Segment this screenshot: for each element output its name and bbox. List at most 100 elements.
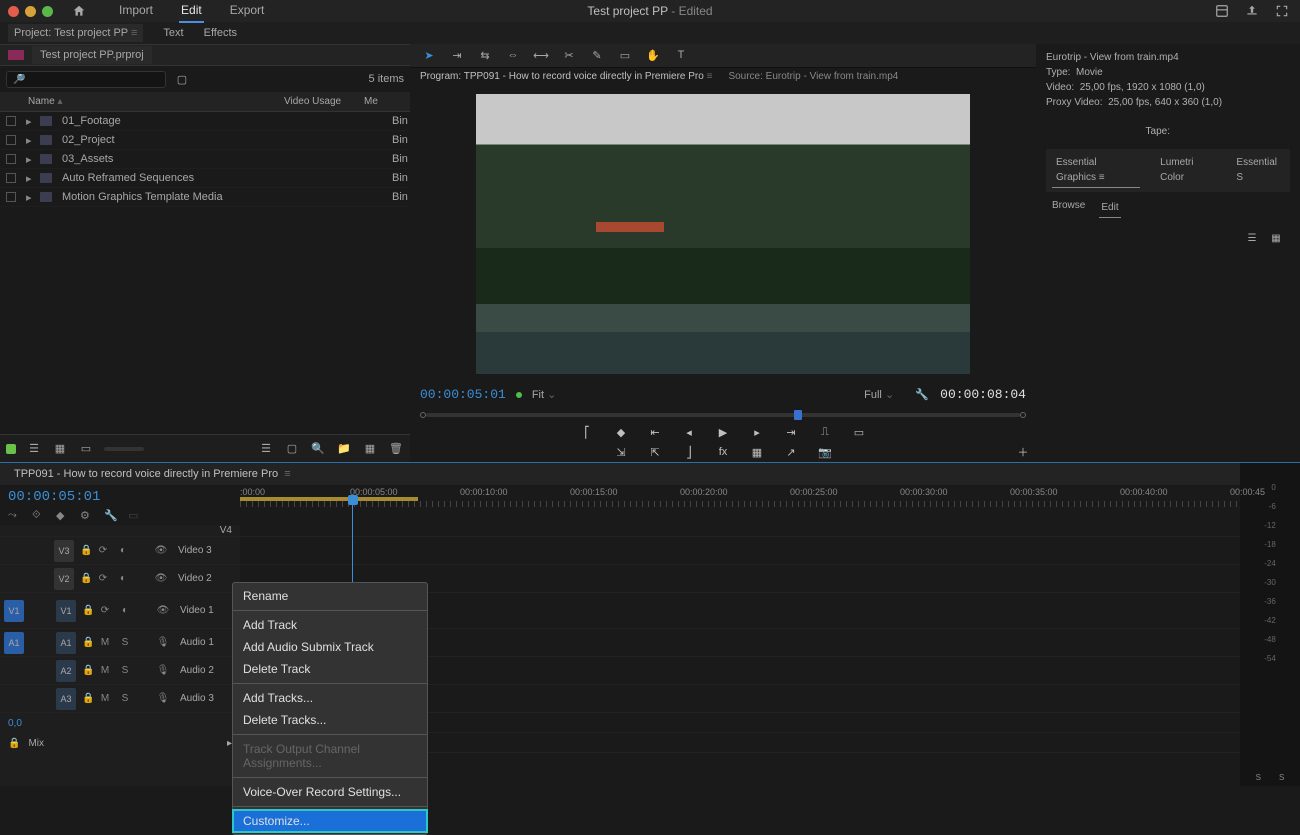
col-me[interactable]: Me <box>364 96 382 107</box>
bin-row[interactable]: ▸Motion Graphics Template MediaBin <box>0 188 410 207</box>
sort-icon[interactable]: ☰ <box>258 441 274 457</box>
audio-track-header[interactable]: A3🔒MS🎙Audio 3 <box>0 685 240 713</box>
program-scrubber[interactable] <box>410 407 1036 422</box>
close-window-button[interactable] <box>8 6 19 17</box>
solo-left[interactable]: S <box>1256 773 1261 782</box>
menu-customize[interactable]: Customize... <box>233 810 427 832</box>
edit-subtab[interactable]: Edit <box>1099 198 1120 218</box>
workspace-icon[interactable] <box>1214 3 1230 19</box>
lift-icon[interactable]: ⎍ <box>816 425 834 439</box>
video-track-header[interactable]: V1V1🔒⟳◐👁Video 1 <box>0 593 240 629</box>
audio-track-header[interactable]: A1A1🔒MS🎙Audio 1 <box>0 629 240 657</box>
menu-voiceover-settings[interactable]: Voice-Over Record Settings... <box>233 781 427 803</box>
add-marker-tl-icon[interactable]: ◆ <box>56 509 70 523</box>
edit-tab[interactable]: Edit <box>179 0 204 23</box>
menu-delete-tracks[interactable]: Delete Tracks... <box>233 709 427 731</box>
menu-add-tracks[interactable]: Add Tracks... <box>233 687 427 709</box>
zoom-window-button[interactable] <box>42 6 53 17</box>
menu-add-track[interactable]: Add Track <box>233 614 427 636</box>
menu-delete-track[interactable]: Delete Track <box>233 658 427 680</box>
effects-icon[interactable]: fx <box>714 445 732 459</box>
go-out-icon[interactable]: ⇥ <box>782 425 800 439</box>
fullscreen-icon[interactable] <box>1274 3 1290 19</box>
fit-dropdown[interactable]: Fit ⌄ <box>532 388 557 401</box>
essential-sound-tab[interactable]: Essential S <box>1232 153 1284 188</box>
group-icon[interactable]: ▦ <box>1268 230 1284 246</box>
home-icon[interactable] <box>71 3 87 19</box>
sequence-tab[interactable]: TPP091 - How to record voice directly in… <box>0 463 1240 485</box>
wrench-icon[interactable]: 🔧 <box>914 387 930 403</box>
timeline-settings-icon[interactable]: ⚙ <box>80 509 94 523</box>
snap-icon[interactable]: ⤳ <box>8 509 22 523</box>
text-tab[interactable]: Text <box>163 27 183 39</box>
selection-tool-icon[interactable]: ➤ <box>420 46 438 64</box>
lumetri-tab[interactable]: Lumetri Color <box>1156 153 1216 188</box>
mark-out-icon[interactable]: ⎦ <box>680 445 698 459</box>
audio-track-header[interactable]: A2🔒MS🎙Audio 2 <box>0 657 240 685</box>
write-icon[interactable] <box>6 444 16 454</box>
linked-selection-icon[interactable]: ⟐ <box>32 509 46 523</box>
list-view-icon[interactable]: ☰ <box>26 441 42 457</box>
menu-rename[interactable]: Rename <box>233 585 427 607</box>
program-viewer[interactable] <box>410 86 1036 382</box>
rolling-edit-icon[interactable]: ⇔ <box>504 46 522 64</box>
step-back-icon[interactable]: ◂ <box>680 425 698 439</box>
bin-row[interactable]: ▸01_FootageBin <box>0 112 410 131</box>
new-bin-icon[interactable]: 📁 <box>336 441 352 457</box>
new-bin-icon[interactable]: ▢ <box>174 71 190 87</box>
export-frame-icon[interactable]: ↗ <box>782 445 800 459</box>
full-dropdown[interactable]: Full ⌄ <box>864 388 894 401</box>
add-marker-icon[interactable]: ◆ <box>612 425 630 439</box>
go-in-icon[interactable]: ⇤ <box>646 425 664 439</box>
auto-reframe-icon[interactable]: ▢ <box>284 441 300 457</box>
hand-icon[interactable]: ✋ <box>644 46 662 64</box>
extract-icon[interactable]: ▭ <box>850 425 868 439</box>
caption-track-icon[interactable]: ▭ <box>128 509 142 523</box>
comparison-icon[interactable]: ▦ <box>748 445 766 459</box>
solo-right[interactable]: S <box>1279 773 1284 782</box>
export-tab[interactable]: Export <box>228 0 267 23</box>
bin-row[interactable]: ▸Auto Reframed SequencesBin <box>0 169 410 188</box>
share-icon[interactable] <box>1244 3 1260 19</box>
rectangle-icon[interactable]: ▭ <box>616 46 634 64</box>
menu-add-audio-submix[interactable]: Add Audio Submix Track <box>233 636 427 658</box>
search-icon[interactable]: 🔍 <box>310 441 326 457</box>
track-select-forward-icon[interactable]: ⇥ <box>448 46 466 64</box>
import-tab[interactable]: Import <box>117 0 155 23</box>
playhead-thumb[interactable] <box>794 410 802 420</box>
essential-graphics-tab[interactable]: Essential Graphics ≡ <box>1052 153 1140 188</box>
effects-tab[interactable]: Effects <box>204 27 237 39</box>
ripple-edit-icon[interactable]: ⇆ <box>476 46 494 64</box>
new-layer-icon[interactable]: ☰ <box>1244 230 1260 246</box>
project-tab[interactable]: Project: Test project PP ≡ <box>8 24 143 42</box>
work-area-bar[interactable] <box>240 497 418 501</box>
timeline-timecode[interactable]: 00:00:05:01 <box>8 489 232 505</box>
new-item-icon[interactable]: ▦ <box>362 441 378 457</box>
slip-icon[interactable]: ⟷ <box>532 46 550 64</box>
bin-row[interactable]: ▸03_AssetsBin <box>0 150 410 169</box>
mix-track-header[interactable]: 🔒Mix▸ <box>0 733 240 753</box>
wrench-tl-icon[interactable]: 🔧 <box>104 509 118 523</box>
icon-view-icon[interactable]: ▦ <box>52 441 68 457</box>
browse-subtab[interactable]: Browse <box>1052 198 1085 218</box>
add-button-icon[interactable]: ＋ <box>1014 445 1032 459</box>
insert-icon[interactable]: ⇲ <box>612 445 630 459</box>
play-button[interactable]: ▶ <box>714 425 732 439</box>
playhead-icon[interactable] <box>348 495 358 505</box>
bin-row[interactable]: ▸02_ProjectBin <box>0 131 410 150</box>
clear-icon[interactable]: 🗑 <box>388 441 404 457</box>
freeform-view-icon[interactable]: ▭ <box>78 441 94 457</box>
col-name[interactable]: Name ▴ <box>28 96 284 107</box>
mark-in-icon[interactable]: ⎡ <box>578 425 596 439</box>
video-track-header[interactable]: V3🔒⟳◐👁Video 3 <box>0 537 240 565</box>
type-tool-icon[interactable]: T <box>672 46 690 64</box>
overwrite-icon[interactable]: ⇱ <box>646 445 664 459</box>
minimize-window-button[interactable] <box>25 6 36 17</box>
col-video-usage[interactable]: Video Usage <box>284 96 364 107</box>
pen-icon[interactable]: ✎ <box>588 46 606 64</box>
project-search-input[interactable] <box>6 71 166 88</box>
video-track-header[interactable]: V2🔒⟳◐👁Video 2 <box>0 565 240 593</box>
thumbnail-slider[interactable] <box>104 447 144 451</box>
program-timecode[interactable]: 00:00:05:01 <box>420 387 506 402</box>
timeline-ruler[interactable]: :00:0000:00:05:0000:00:10:0000:00:15:000… <box>240 485 1240 525</box>
